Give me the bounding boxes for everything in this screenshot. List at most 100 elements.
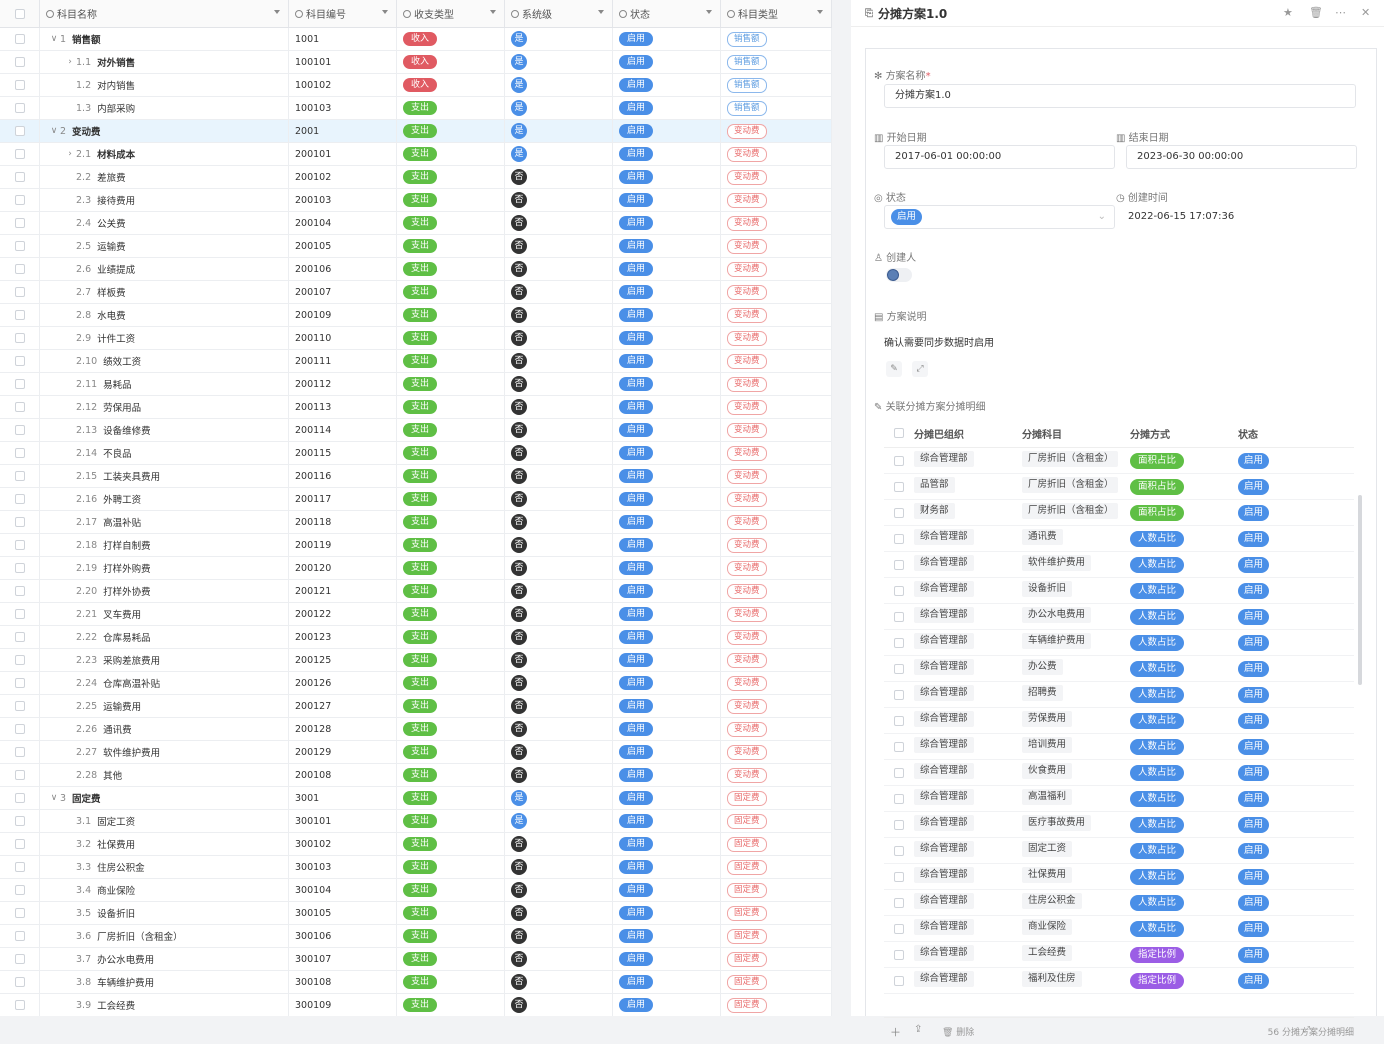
- detail-row[interactable]: 综合管理部 商业保险 人数占比 启用: [884, 916, 1354, 942]
- table-row[interactable]: 1.3 内部采购 100103 支出 是 启用 销售额: [0, 97, 832, 120]
- creator-avatar-toggle[interactable]: [886, 268, 912, 282]
- row-checkbox[interactable]: [0, 189, 40, 211]
- row-checkbox[interactable]: [884, 923, 914, 934]
- chevron-down-icon[interactable]: [817, 10, 823, 14]
- table-row[interactable]: 1.2 对内销售 100102 收入 是 启用 销售额: [0, 74, 832, 97]
- table-row[interactable]: 2.26 通讯费 200128 支出 否 启用 变动费: [0, 718, 832, 741]
- table-row[interactable]: 2.22 仓库易耗品 200123 支出 否 启用 变动费: [0, 626, 832, 649]
- table-row[interactable]: 2.11 易耗品 200112 支出 否 启用 变动费: [0, 373, 832, 396]
- detail-row[interactable]: 综合管理部 培训费用 人数占比 启用: [884, 734, 1354, 760]
- row-checkbox[interactable]: [884, 897, 914, 908]
- expand-icon[interactable]: ⤢: [912, 361, 928, 377]
- chevron-down-icon[interactable]: [706, 10, 712, 14]
- row-checkbox[interactable]: [0, 833, 40, 855]
- table-row[interactable]: › 2.1 材料成本 200101 支出 是 启用 变动费: [0, 143, 832, 166]
- col-header-name[interactable]: 科目名称: [40, 0, 289, 27]
- table-row[interactable]: 3.1 固定工资 300101 支出 是 启用 固定费: [0, 810, 832, 833]
- row-checkbox[interactable]: [0, 143, 40, 165]
- table-row[interactable]: 2.19 打样外购费 200120 支出 否 启用 变动费: [0, 557, 832, 580]
- table-row[interactable]: 2.8 水电费 200109 支出 否 启用 变动费: [0, 304, 832, 327]
- row-checkbox[interactable]: [0, 649, 40, 671]
- table-row[interactable]: 2.24 仓库高温补贴 200126 支出 否 启用 变动费: [0, 672, 832, 695]
- row-checkbox[interactable]: [0, 994, 40, 1016]
- table-row[interactable]: 3.3 住房公积金 300103 支出 否 启用 固定费: [0, 856, 832, 879]
- expand-toggle-icon[interactable]: ›: [64, 149, 76, 159]
- table-row[interactable]: › 1.1 对外销售 100101 收入 是 启用 销售额: [0, 51, 832, 74]
- table-row[interactable]: ∨ 1 销售额 1001 收入 是 启用 销售额: [0, 28, 832, 51]
- detail-row[interactable]: 综合管理部 高温福利 人数占比 启用: [884, 786, 1354, 812]
- chevron-down-icon[interactable]: [274, 10, 280, 14]
- col-header-number[interactable]: 科目编号: [289, 0, 397, 27]
- row-checkbox[interactable]: [0, 879, 40, 901]
- row-checkbox[interactable]: [0, 948, 40, 970]
- edit-icon[interactable]: ✎: [886, 361, 902, 377]
- row-checkbox[interactable]: [0, 373, 40, 395]
- table-row[interactable]: 2.15 工装夹具费用 200116 支出 否 启用 变动费: [0, 465, 832, 488]
- row-checkbox[interactable]: [0, 603, 40, 625]
- row-checkbox[interactable]: [0, 810, 40, 832]
- detail-row[interactable]: 综合管理部 固定工资 人数占比 启用: [884, 838, 1354, 864]
- row-checkbox[interactable]: [0, 281, 40, 303]
- detail-row[interactable]: 综合管理部 招聘费 人数占比 启用: [884, 682, 1354, 708]
- row-checkbox[interactable]: [884, 949, 914, 960]
- row-checkbox[interactable]: [0, 235, 40, 257]
- col-header-io-type[interactable]: 收支类型: [397, 0, 505, 27]
- detail-row[interactable]: 综合管理部 厂房折旧（含租金） 面积占比 启用: [884, 448, 1354, 474]
- table-row[interactable]: 2.14 不良品 200115 支出 否 启用 变动费: [0, 442, 832, 465]
- table-row[interactable]: 2.16 外聘工资 200117 支出 否 启用 变动费: [0, 488, 832, 511]
- plan-name-input[interactable]: 分摊方案1.0: [884, 84, 1356, 108]
- table-row[interactable]: 2.23 采购差旅费用 200125 支出 否 启用 变动费: [0, 649, 832, 672]
- table-row[interactable]: 2.3 接待费用 200103 支出 否 启用 变动费: [0, 189, 832, 212]
- detail-row[interactable]: 综合管理部 工会经费 指定比例 启用: [884, 942, 1354, 968]
- row-checkbox[interactable]: [884, 455, 914, 466]
- table-row[interactable]: 2.20 打样外协费 200121 支出 否 启用 变动费: [0, 580, 832, 603]
- row-checkbox[interactable]: [884, 793, 914, 804]
- row-checkbox[interactable]: [0, 534, 40, 556]
- expand-toggle-icon[interactable]: ∨: [48, 34, 60, 44]
- detail-row[interactable]: 综合管理部 软件维护费用 人数占比 启用: [884, 552, 1354, 578]
- row-checkbox[interactable]: [0, 511, 40, 533]
- row-checkbox[interactable]: [0, 465, 40, 487]
- row-checkbox[interactable]: [0, 120, 40, 142]
- chevron-down-icon[interactable]: [490, 10, 496, 14]
- row-checkbox[interactable]: [0, 557, 40, 579]
- row-checkbox[interactable]: [0, 442, 40, 464]
- table-row[interactable]: ∨ 3 固定费 3001 支出 是 启用 固定费: [0, 787, 832, 810]
- row-checkbox[interactable]: [0, 74, 40, 96]
- table-row[interactable]: 2.28 其他 200108 支出 否 启用 变动费: [0, 764, 832, 787]
- row-checkbox[interactable]: [0, 488, 40, 510]
- expand-toggle-icon[interactable]: ›: [64, 57, 76, 67]
- delete-button[interactable]: 🗑 删除: [942, 1025, 974, 1038]
- upload-icon[interactable]: ⇪: [914, 1024, 922, 1035]
- more-icon[interactable]: ⋯: [1335, 6, 1346, 19]
- row-checkbox[interactable]: [0, 350, 40, 372]
- row-checkbox[interactable]: [0, 902, 40, 924]
- start-date-input[interactable]: 2017-06-01 00:00:00: [884, 145, 1115, 169]
- row-checkbox[interactable]: [0, 925, 40, 947]
- detail-row[interactable]: 综合管理部 住房公积金 人数占比 启用: [884, 890, 1354, 916]
- row-checkbox[interactable]: [884, 663, 914, 674]
- table-row[interactable]: 2.17 高温补贴 200118 支出 否 启用 变动费: [0, 511, 832, 534]
- row-checkbox[interactable]: [0, 764, 40, 786]
- row-checkbox[interactable]: [0, 626, 40, 648]
- detail-row[interactable]: 综合管理部 设备折旧 人数占比 启用: [884, 578, 1354, 604]
- scrollbar[interactable]: [1358, 495, 1362, 685]
- detail-row[interactable]: 综合管理部 通讯费 人数占比 启用: [884, 526, 1354, 552]
- row-checkbox[interactable]: [0, 97, 40, 119]
- col-header-method[interactable]: 分摊方式: [1130, 426, 1238, 441]
- table-row[interactable]: 2.2 差旅费 200102 支出 否 启用 变动费: [0, 166, 832, 189]
- select-all-checkbox[interactable]: [884, 428, 914, 438]
- row-checkbox[interactable]: [0, 672, 40, 694]
- col-header-type[interactable]: 科目类型: [721, 0, 832, 27]
- row-checkbox[interactable]: [884, 715, 914, 726]
- select-all-checkbox[interactable]: [0, 0, 40, 27]
- row-checkbox[interactable]: [0, 787, 40, 809]
- row-checkbox[interactable]: [884, 975, 914, 986]
- table-row[interactable]: 3.7 办公水电费用 300107 支出 否 启用 固定费: [0, 948, 832, 971]
- row-checkbox[interactable]: [884, 871, 914, 882]
- row-checkbox[interactable]: [884, 819, 914, 830]
- detail-row[interactable]: 综合管理部 车辆维护费用 人数占比 启用: [884, 630, 1354, 656]
- row-checkbox[interactable]: [0, 419, 40, 441]
- table-row[interactable]: 2.27 软件维护费用 200129 支出 否 启用 变动费: [0, 741, 832, 764]
- detail-row[interactable]: 品管部 厂房折旧（含租金） 面积占比 启用: [884, 474, 1354, 500]
